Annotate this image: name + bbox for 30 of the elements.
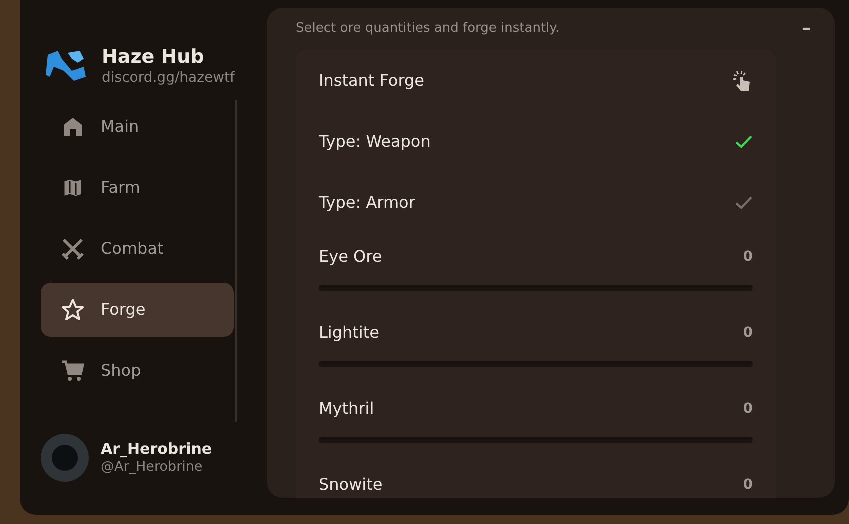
slider-value: 0 [743,400,753,418]
toggle-label[interactable]: Type: Armor [319,190,416,214]
sidebar-item[interactable]: Shop [41,344,234,398]
action-label[interactable]: Instant Forge [319,68,424,92]
swords-icon [60,237,84,261]
slider-value: 0 [743,476,753,494]
sidebar-item[interactable]: Farm [41,161,234,215]
toggle-label[interactable]: Type: Weapon [319,130,431,154]
star-icon [60,298,84,322]
slider-value: 0 [743,324,753,342]
minimize-button[interactable]: – [798,20,815,38]
sidebar-item[interactable]: Forge [41,283,234,337]
avatar [41,434,89,482]
checkmark-icon[interactable] [735,196,753,210]
slider-label: Mythril [319,398,374,420]
sidebar-item[interactable]: Combat [41,222,234,276]
profile-name: Ar_Herobrine [101,440,212,459]
profile-handle: @Ar_Herobrine [101,459,204,476]
slider-label: Lightite [319,322,380,344]
cart-icon [60,360,84,382]
slider-label: Snowite [319,474,383,496]
map-icon [62,177,84,199]
sidebar-item[interactable]: Main [41,100,234,154]
brand-title: Haze Hub [102,45,206,69]
slider-value: 0 [743,248,753,266]
panel-description: Select ore quantities and forge instantly. [296,20,560,38]
tap-icon[interactable] [731,70,753,92]
checkmark-icon[interactable] [735,134,753,148]
home-icon [62,116,84,138]
slider-label: Eye Ore [319,246,382,268]
